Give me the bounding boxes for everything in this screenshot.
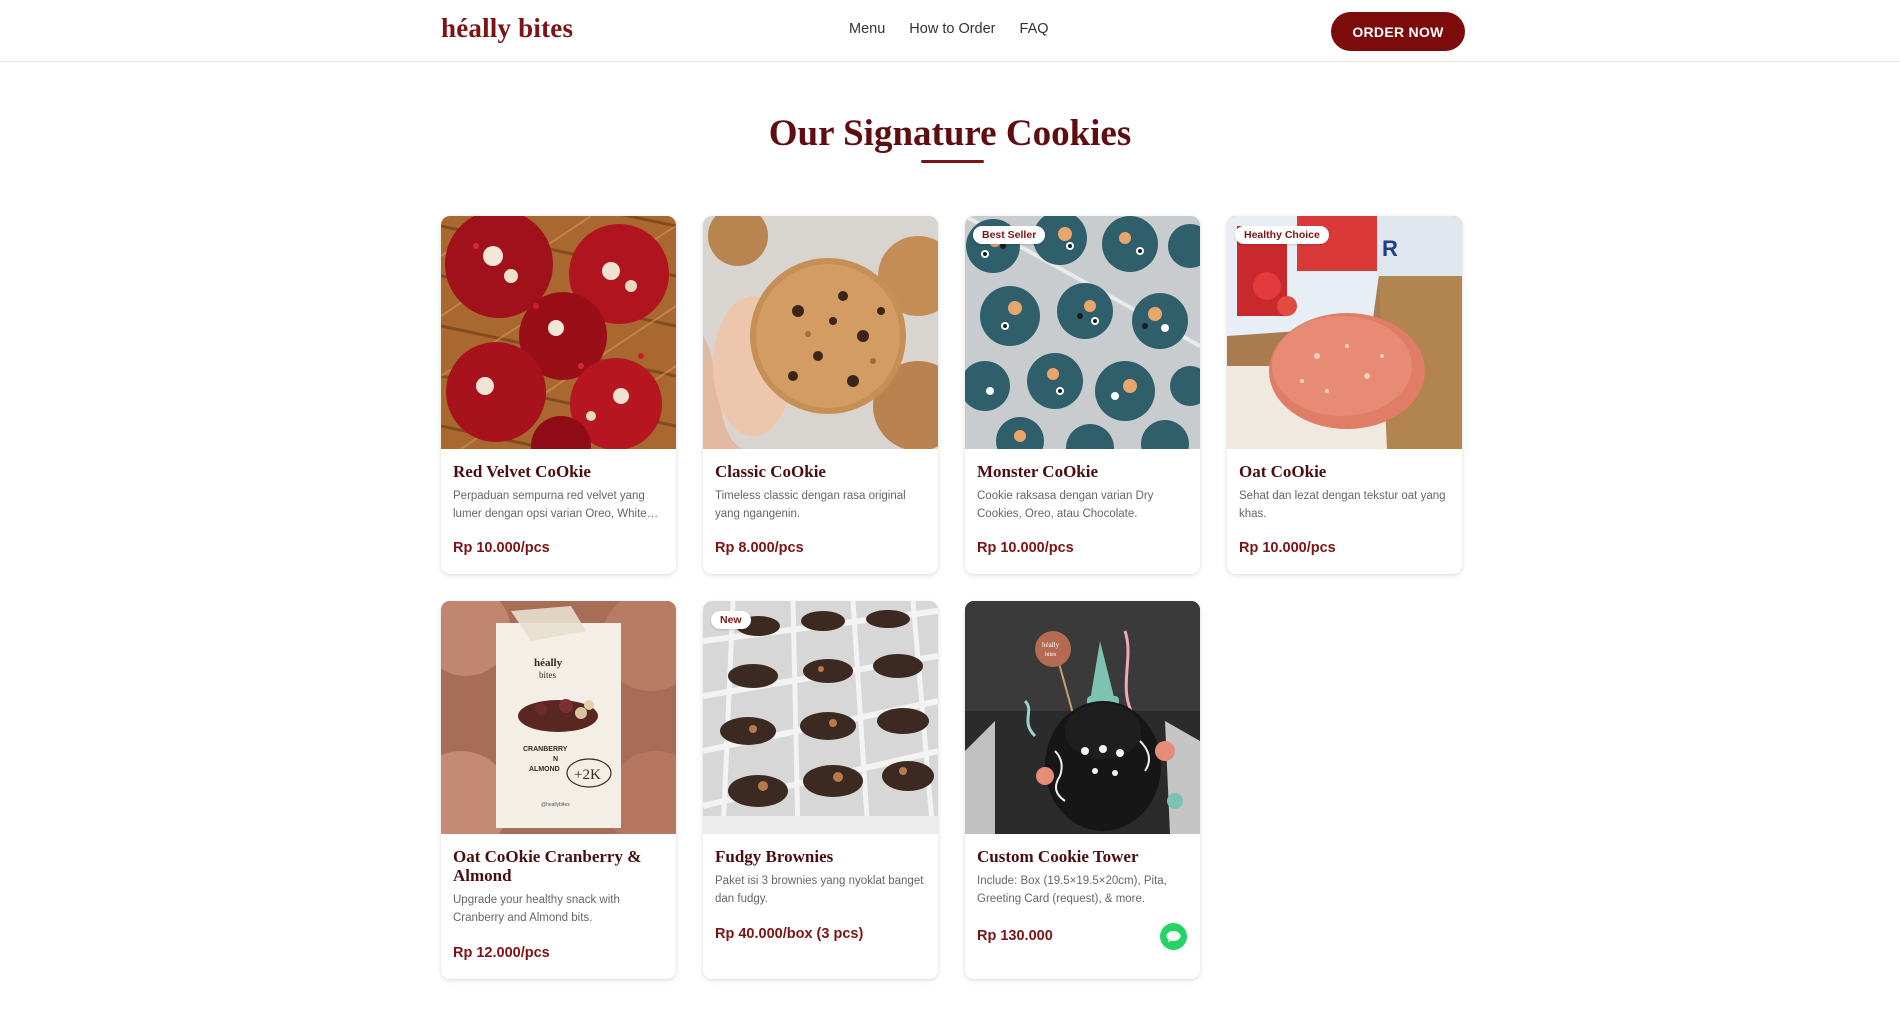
nav-link-how-to-order[interactable]: How to Order — [909, 21, 995, 37]
svg-text:+2K: +2K — [574, 767, 601, 783]
badge-best-seller: Best Seller — [973, 226, 1046, 244]
main-nav: Menu How to Order FAQ — [849, 21, 1073, 37]
nav-link-menu[interactable]: Menu — [849, 21, 885, 37]
svg-text:bites: bites — [539, 670, 556, 680]
product-name: Oat CoOkie — [1239, 462, 1327, 481]
product-name: Red Velvet CoOkie — [453, 462, 591, 481]
product-card-fudgy-brownies[interactable]: New Fudgy Brownies Paket isi 3 brownies … — [703, 601, 938, 979]
product-image-fudgy-brownies — [703, 601, 938, 834]
product-name: Custom Cookie Tower — [977, 847, 1139, 866]
product-description: Timeless classic dengan rasa original ya… — [715, 490, 906, 520]
svg-text:héally: héally — [1042, 641, 1060, 649]
svg-text:CRANBERRY: CRANBERRY — [523, 746, 568, 753]
product-card-classic[interactable]: Classic CoOkie Timeless classic dengan r… — [703, 216, 938, 574]
product-card-oat[interactable]: R Healthy Choice Oat CoOkie Sehat dan le… — [1227, 216, 1462, 574]
product-image-custom-cookie-tower: héally bites — [965, 601, 1200, 834]
product-description: Cookie raksasa dengan varian Dry Cookies… — [977, 490, 1154, 520]
product-image-monster — [965, 216, 1200, 449]
product-price: Rp 12.000/pcs — [453, 945, 550, 961]
product-name: Oat CoOkie Cranberry & Almond — [453, 847, 642, 885]
badge-healthy-choice: Healthy Choice — [1235, 226, 1329, 244]
product-description: Upgrade your healthy snack with Cranberr… — [453, 894, 620, 924]
product-card-custom-cookie-tower[interactable]: héally bites Custom Cookie Tower Include… — [965, 601, 1200, 979]
product-price: Rp 10.000/pcs — [977, 540, 1074, 556]
product-price: Rp 40.000/box (3 pcs) — [715, 926, 864, 942]
product-price: Rp 130.000 — [977, 928, 1053, 944]
product-description: Sehat dan lezat dengan tekstur oat yang … — [1239, 490, 1446, 520]
product-price: Rp 10.000/pcs — [453, 540, 550, 556]
product-image-oat-cranberry-almond: héally bites CRANBERRY N ALMOND +2K @hea… — [441, 601, 676, 834]
product-name: Classic CoOkie — [715, 462, 826, 481]
section-title: Our Signature Cookies — [768, 113, 1132, 154]
svg-text:héally: héally — [534, 657, 563, 669]
top-navigation-bar: héally bites Menu How to Order FAQ ORDER… — [0, 0, 1900, 62]
svg-text:R: R — [1382, 236, 1398, 261]
product-price: Rp 10.000/pcs — [1239, 540, 1336, 556]
order-now-button[interactable]: ORDER NOW — [1331, 12, 1465, 51]
title-underline — [921, 160, 984, 163]
product-name: Monster CoOkie — [977, 462, 1099, 481]
svg-text:ALMOND: ALMOND — [529, 766, 560, 773]
product-card-red-velvet[interactable]: Red Velvet CoOkie Perpaduan sempurna red… — [441, 216, 676, 574]
svg-text:N: N — [553, 756, 558, 763]
product-card-monster[interactable]: Best Seller Monster CoOkie Cookie raksas… — [965, 216, 1200, 574]
nav-link-faq[interactable]: FAQ — [1020, 21, 1049, 37]
product-image-classic — [703, 216, 938, 449]
chat-bubble-icon[interactable] — [1160, 923, 1187, 950]
product-price: Rp 8.000/pcs — [715, 540, 804, 556]
product-image-oat: R — [1227, 216, 1462, 449]
product-image-red-velvet — [441, 216, 676, 449]
product-description: Include: Box (19.5×19.5×20cm), Pita, Gre… — [977, 875, 1167, 905]
svg-text:@heallybites: @heallybites — [541, 802, 570, 808]
product-card-oat-cranberry-almond[interactable]: héally bites CRANBERRY N ALMOND +2K @hea… — [441, 601, 676, 979]
product-name: Fudgy Brownies — [715, 847, 834, 866]
badge-new: New — [711, 611, 751, 629]
product-description: Paket isi 3 brownies yang nyoklat banget… — [715, 875, 924, 905]
svg-text:bites: bites — [1045, 652, 1057, 658]
product-description: Perpaduan sempurna red velvet yang lumer… — [453, 490, 647, 520]
brand-logo[interactable]: héally bites — [441, 13, 573, 44]
